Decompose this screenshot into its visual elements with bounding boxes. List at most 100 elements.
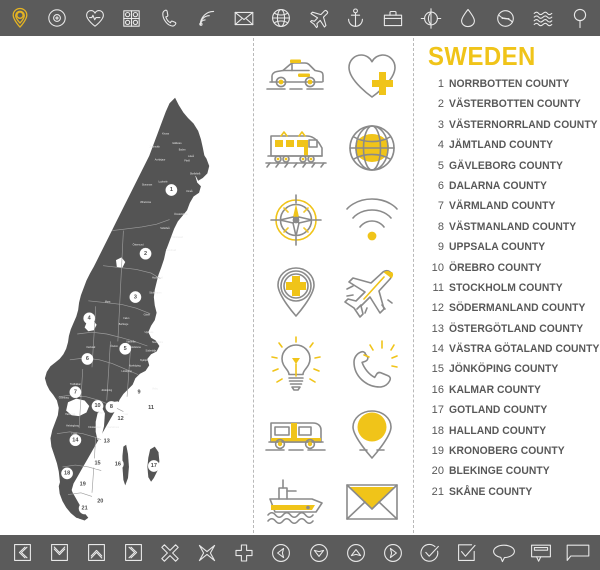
box-arrow-left-icon[interactable] <box>10 541 34 565</box>
map-marker[interactable]: 2 <box>139 247 152 260</box>
legend-row[interactable]: 11 STOCKHOLM COUNTY <box>428 282 596 302</box>
map-marker[interactable]: 16 <box>111 458 124 471</box>
legend-row[interactable]: 10 ÖREBRO COUNTY <box>428 262 596 282</box>
circle-arrow-down-icon[interactable] <box>307 541 331 565</box>
legend-row[interactable]: 13 ÖSTERGÖTLAND COUNTY <box>428 323 596 343</box>
wifi-waves-icon[interactable] <box>339 190 405 250</box>
compact-disc-icon[interactable] <box>45 6 69 30</box>
map-marker[interactable]: 17 <box>147 460 160 472</box>
briefcase-icon[interactable] <box>381 6 405 30</box>
plus-icon[interactable] <box>232 541 256 565</box>
map-marker-number: 14 <box>72 437 79 443</box>
map-marker-number: 18 <box>64 471 70 477</box>
legend-row[interactable]: 3 VÄSTERNORRLAND COUNTY <box>428 119 598 139</box>
legend-row[interactable]: 8 VÄSTMANLAND COUNTY <box>428 221 596 241</box>
bus-icon[interactable] <box>263 406 329 466</box>
speech-bubble-round-icon[interactable] <box>492 541 516 565</box>
heart-pulse-icon[interactable] <box>83 6 107 30</box>
map-marker[interactable]: 18 <box>61 467 73 480</box>
map-marker[interactable]: 13 <box>100 435 113 447</box>
grid-window-icon[interactable] <box>120 6 144 30</box>
location-pin-icon[interactable] <box>8 6 32 30</box>
taxi-car-icon[interactable] <box>263 46 329 106</box>
map-marker[interactable]: 14 <box>69 434 82 447</box>
legend-row[interactable]: 9 UPPSALA COUNTY <box>428 241 596 261</box>
legend-row[interactable]: 20 BLEKINGE COUNTY <box>428 465 596 485</box>
pin-medical-icon[interactable] <box>263 262 329 322</box>
circle-check-icon[interactable] <box>418 541 442 565</box>
legend-row[interactable]: 2 VÄSTERBOTTEN COUNTY <box>428 98 596 118</box>
cancel-x-icon[interactable] <box>195 541 219 565</box>
compass-rose-icon[interactable] <box>263 190 329 250</box>
map-marker[interactable]: 19 <box>76 478 89 491</box>
legend-row[interactable]: 21 SKÅNE COUNTY <box>428 486 596 506</box>
legend-row-number: 12 <box>431 302 444 315</box>
legend-row[interactable]: 17 GOTLAND COUNTY <box>428 404 596 424</box>
phone-handset-icon[interactable] <box>157 6 181 30</box>
compass-target-icon[interactable] <box>419 6 443 30</box>
speech-bubble-rect-icon[interactable] <box>566 541 590 565</box>
balloon-pin-icon[interactable] <box>568 6 592 30</box>
airplane-fly-icon[interactable] <box>339 262 405 322</box>
legend-row[interactable]: 14 VÄSTRA GÖTALAND COUNTY <box>428 343 600 363</box>
box-arrow-right-icon[interactable] <box>121 541 145 565</box>
speech-bubble-screen-icon[interactable] <box>529 541 553 565</box>
map-marker[interactable]: 20 <box>94 495 107 507</box>
map-marker[interactable]: 21 <box>78 502 91 515</box>
map-pin-icon[interactable] <box>339 406 405 466</box>
map-marker[interactable]: 7 <box>69 386 82 399</box>
phone-ring-icon[interactable] <box>339 334 405 394</box>
circle-arrow-left-icon[interactable] <box>269 541 293 565</box>
close-cross-icon[interactable] <box>158 541 182 565</box>
map-marker[interactable]: 10 <box>91 400 104 412</box>
map-marker[interactable]: 12 <box>114 413 127 425</box>
legend-row[interactable]: 1 NORRBOTTEN COUNTY <box>428 78 596 98</box>
map-marker[interactable]: 8 <box>105 401 118 413</box>
map-place-label: Jokkmokk <box>149 146 160 149</box>
legend-row[interactable]: 15 JÖNKÖPING COUNTY <box>428 363 596 383</box>
map-marker-number: 6 <box>86 356 89 362</box>
legend-row[interactable]: 7 VÄRMLAND COUNTY <box>428 200 596 220</box>
wifi-signal-icon[interactable] <box>195 6 219 30</box>
legend-row[interactable]: 6 DALARNA COUNTY <box>428 180 596 200</box>
sweden-map[interactable]: Kiruna Gällivare Jokkmokk Boden LuleåPiteå Ar… <box>8 46 248 526</box>
legend-row-number: 14 <box>431 343 444 356</box>
legend-row[interactable]: 5 GÄVLEBORG COUNTY <box>428 160 596 180</box>
envelope-icon[interactable] <box>232 6 256 30</box>
envelope-mail-icon[interactable] <box>339 472 405 532</box>
circle-arrow-right-icon[interactable] <box>381 541 405 565</box>
legend-row[interactable]: 16 KALMAR COUNTY <box>428 384 596 404</box>
light-bulb-icon[interactable] <box>263 334 329 394</box>
legend-row[interactable]: 18 HALLAND COUNTY <box>428 425 596 445</box>
anchor-icon[interactable] <box>344 6 368 30</box>
map-marker[interactable]: 1 <box>165 184 178 196</box>
legend-row[interactable]: 12 SÖDERMANLAND COUNTY <box>428 302 596 322</box>
map-marker[interactable]: 11 <box>145 401 157 414</box>
heart-medical-icon[interactable] <box>339 46 405 106</box>
map-place-label: Piteå <box>184 159 190 162</box>
map-marker[interactable]: 3 <box>129 291 142 303</box>
box-arrow-down-icon[interactable] <box>47 541 71 565</box>
waves-icon[interactable] <box>531 6 555 30</box>
ship-ferry-icon[interactable] <box>263 472 329 532</box>
map-place-label: Gällivare <box>172 142 182 145</box>
legend-row-label: SÖDERMANLAND COUNTY <box>449 302 586 315</box>
map-marker[interactable]: 6 <box>81 353 94 365</box>
legend-row[interactable]: 4 JÄMTLAND COUNTY <box>428 139 596 159</box>
map-marker[interactable]: 4 <box>83 312 96 325</box>
water-drop-icon[interactable] <box>456 6 480 30</box>
circle-arrow-up-icon[interactable] <box>344 541 368 565</box>
box-arrow-up-icon[interactable] <box>84 541 108 565</box>
airplane-icon[interactable] <box>307 6 331 30</box>
legend-row-label: HALLAND COUNTY <box>449 424 547 437</box>
legend-row[interactable]: 19 KRONOBERG COUNTY <box>428 445 596 465</box>
sphere-icon[interactable] <box>493 6 517 30</box>
map-marker[interactable]: 9 <box>133 386 145 399</box>
checkbox-check-icon[interactable] <box>455 541 479 565</box>
map-marker[interactable]: 5 <box>119 342 132 355</box>
globe-grid-icon[interactable] <box>339 118 405 178</box>
map-marker[interactable]: 15 <box>91 457 104 470</box>
train-tram-icon[interactable] <box>263 118 329 178</box>
legend-row-label: KRONOBERG COUNTY <box>449 445 565 458</box>
globe-icon[interactable] <box>269 6 293 30</box>
